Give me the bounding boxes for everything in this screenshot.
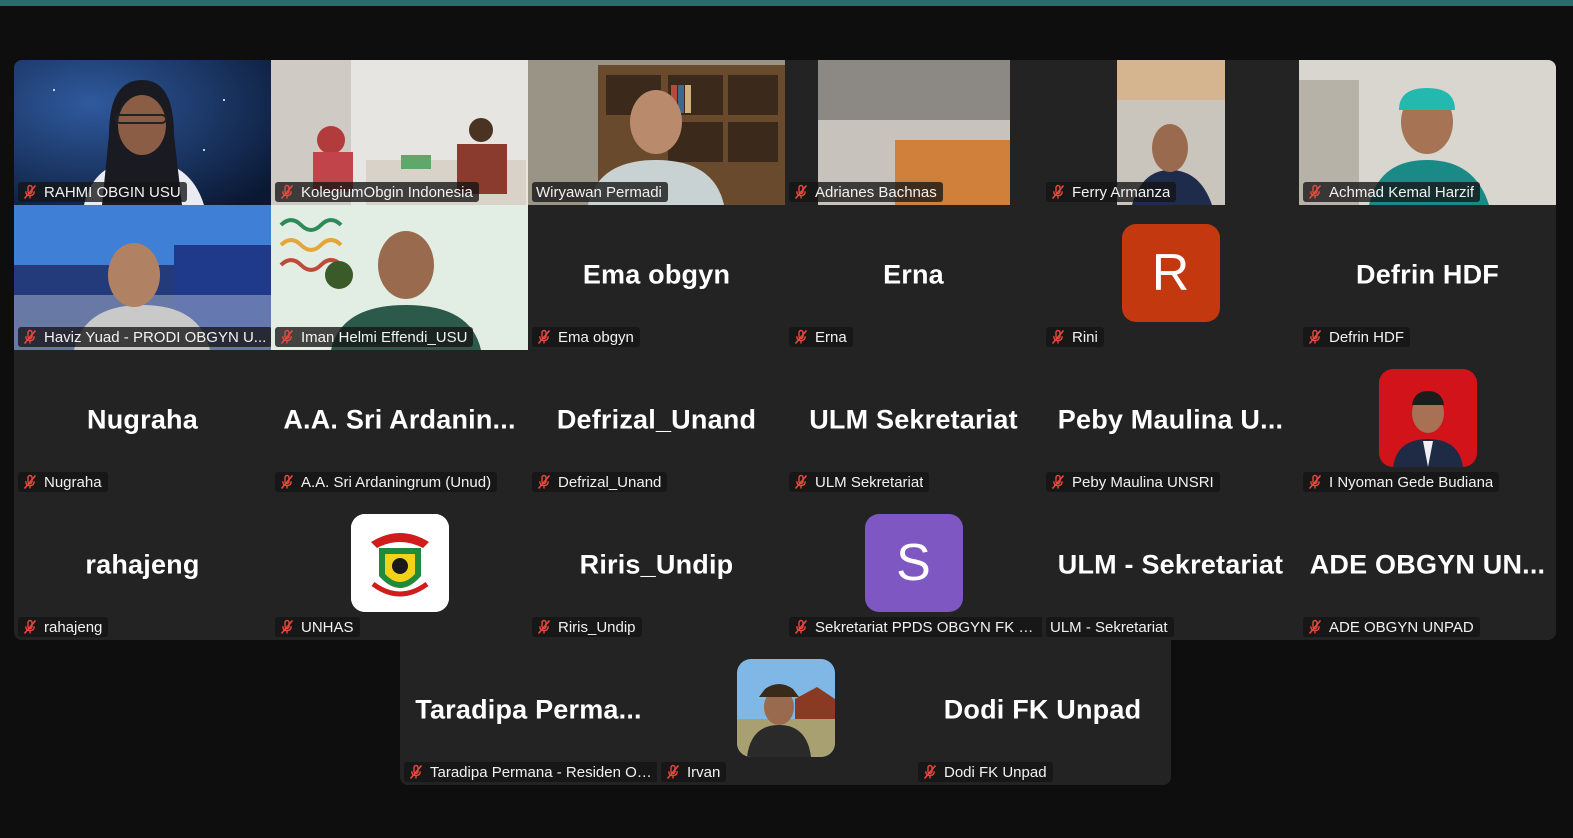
participant-tile[interactable]: RAHMI OBGIN USU: [14, 60, 271, 205]
participant-tile[interactable]: A.A. Sri Ardanin... A.A. Sri Ardaningrum…: [271, 350, 528, 495]
participant-name-label: Erna: [789, 327, 853, 347]
avatar: [736, 658, 835, 757]
avatar: S: [864, 513, 963, 612]
unhas-logo: [350, 513, 449, 612]
participant-tile[interactable]: Defrizal_Unand Defrizal_Unand: [528, 350, 785, 495]
participant-tile[interactable]: Riris_Undip Riris_Undip: [528, 495, 785, 640]
participant-name-label: Riris_Undip: [532, 617, 642, 637]
mic-muted-icon: [1050, 184, 1066, 200]
mic-muted-icon: [279, 474, 295, 490]
participant-name-label: I Nyoman Gede Budiana: [1303, 472, 1500, 492]
participant-display-name: Nugraha: [87, 403, 198, 434]
participant-name-label: KolegiumObgin Indonesia: [275, 182, 479, 202]
participant-tile[interactable]: R Rini: [1042, 205, 1299, 350]
participant-tile[interactable]: Iman Helmi Effendi_USU: [271, 205, 528, 350]
participant-tile[interactable]: Achmad Kemal Harzif: [1299, 60, 1556, 205]
mic-muted-icon: [22, 184, 38, 200]
mic-muted-icon: [1307, 184, 1323, 200]
participant-name-label: UNHAS: [275, 617, 360, 637]
participant-name-label: rahajeng: [18, 617, 109, 637]
mic-muted-icon: [793, 184, 809, 200]
participant-tile[interactable]: Ferry Armanza: [1042, 60, 1299, 205]
mic-muted-icon: [22, 474, 38, 490]
window-top-bar: [0, 0, 1573, 6]
participant-name-label: Achmad Kemal Harzif: [1303, 182, 1481, 202]
participant-name-label: ULM Sekretariat: [789, 472, 930, 492]
participant-tile[interactable]: Irvan: [657, 640, 914, 785]
participant-display-name: Defrin HDF: [1356, 258, 1499, 289]
participant-name-label: Peby Maulina UNSRI: [1046, 472, 1220, 492]
participant-name-label: Adrianes Bachnas: [789, 182, 943, 202]
participant-tile[interactable]: rahajeng rahajeng: [14, 495, 271, 640]
mic-muted-icon: [665, 764, 681, 780]
participant-tile[interactable]: UNHAS: [271, 495, 528, 640]
participant-display-name: Dodi FK Unpad: [943, 693, 1142, 724]
participant-tile[interactable]: ULM Sekretariat ULM Sekretariat: [785, 350, 1042, 495]
participant-name-label: Wiryawan Permadi: [532, 182, 668, 202]
mic-muted-icon: [22, 329, 38, 345]
participant-display-name: rahajeng: [85, 548, 200, 579]
participant-display-name: Riris_Undip: [579, 548, 734, 579]
mic-muted-icon: [408, 764, 424, 780]
participant-name-label: Ferry Armanza: [1046, 182, 1177, 202]
participant-tile[interactable]: Ema obgyn Ema obgyn: [528, 205, 785, 350]
participant-tile[interactable]: I Nyoman Gede Budiana: [1299, 350, 1556, 495]
participant-display-name: Peby Maulina U...: [1057, 403, 1284, 434]
participant-tile[interactable]: Adrianes Bachnas: [785, 60, 1042, 205]
mic-muted-icon: [536, 619, 552, 635]
participant-name-label: RAHMI OBGIN USU: [18, 182, 187, 202]
participant-name-label: Ema obgyn: [532, 327, 640, 347]
participant-name-label: A.A. Sri Ardaningrum (Unud): [275, 472, 498, 492]
participant-tile[interactable]: Dodi FK Unpad Dodi FK Unpad: [914, 640, 1171, 785]
participant-name-label: Irvan: [661, 762, 727, 782]
mic-muted-icon: [793, 619, 809, 635]
participant-name-label: Rini: [1046, 327, 1104, 347]
participant-name-label: Haviz Yuad - PRODI OBGYN U...: [18, 327, 271, 347]
participant-tile[interactable]: KolegiumObgin Indonesia: [271, 60, 528, 205]
participant-name-label: ULM - Sekretariat: [1046, 617, 1174, 637]
participant-name-label: Defrizal_Unand: [532, 472, 668, 492]
participant-tile-active-speaker[interactable]: Wiryawan Permadi: [528, 60, 785, 205]
participant-tile[interactable]: S Sekretariat PPDS OBGYN FK U...: [785, 495, 1042, 640]
participant-name-label: Taradipa Permana - Residen Ob...: [404, 762, 657, 782]
mic-muted-icon: [536, 474, 552, 490]
mic-muted-icon: [1050, 329, 1066, 345]
avatar: [1378, 368, 1477, 467]
participant-tile[interactable]: Erna Erna: [785, 205, 1042, 350]
participant-display-name: Erna: [883, 258, 944, 289]
mic-muted-icon: [1307, 619, 1323, 635]
participant-tile[interactable]: Nugraha Nugraha: [14, 350, 271, 495]
participant-tile[interactable]: Taradipa Perma... Taradipa Permana - Res…: [400, 640, 657, 785]
avatar: R: [1121, 223, 1220, 322]
mic-muted-icon: [1307, 329, 1323, 345]
participant-tile[interactable]: Haviz Yuad - PRODI OBGYN U...: [14, 205, 271, 350]
participant-display-name: A.A. Sri Ardanin...: [283, 403, 516, 434]
participant-name-label: ADE OBGYN UNPAD: [1303, 617, 1480, 637]
participant-display-name: Taradipa Perma...: [415, 693, 642, 724]
mic-muted-icon: [279, 329, 295, 345]
participant-display-name: ADE OBGYN UN...: [1309, 548, 1546, 579]
mic-muted-icon: [1050, 474, 1066, 490]
participant-tile[interactable]: ADE OBGYN UN... ADE OBGYN UNPAD: [1299, 495, 1556, 640]
mic-muted-icon: [279, 184, 295, 200]
mic-muted-icon: [922, 764, 938, 780]
mic-muted-icon: [793, 329, 809, 345]
participant-name-label: Sekretariat PPDS OBGYN FK U...: [789, 617, 1042, 637]
participant-name-label: Dodi FK Unpad: [918, 762, 1053, 782]
participant-display-name: Defrizal_Unand: [556, 403, 757, 434]
mic-muted-icon: [793, 474, 809, 490]
participant-tile[interactable]: ULM - Sekretariat ULM - Sekretariat: [1042, 495, 1299, 640]
participant-name-label: Iman Helmi Effendi_USU: [275, 327, 474, 347]
participant-name-label: Defrin HDF: [1303, 327, 1411, 347]
participant-display-name: ULM - Sekretariat: [1057, 548, 1284, 579]
participant-tile[interactable]: Peby Maulina U... Peby Maulina UNSRI: [1042, 350, 1299, 495]
participant-name-label: Nugraha: [18, 472, 108, 492]
participant-display-name: ULM Sekretariat: [809, 403, 1018, 434]
participant-tile[interactable]: Defrin HDF Defrin HDF: [1299, 205, 1556, 350]
mic-muted-icon: [22, 619, 38, 635]
mic-muted-icon: [1307, 474, 1323, 490]
participant-display-name: Ema obgyn: [582, 258, 731, 289]
mic-muted-icon: [279, 619, 295, 635]
mic-muted-icon: [536, 329, 552, 345]
